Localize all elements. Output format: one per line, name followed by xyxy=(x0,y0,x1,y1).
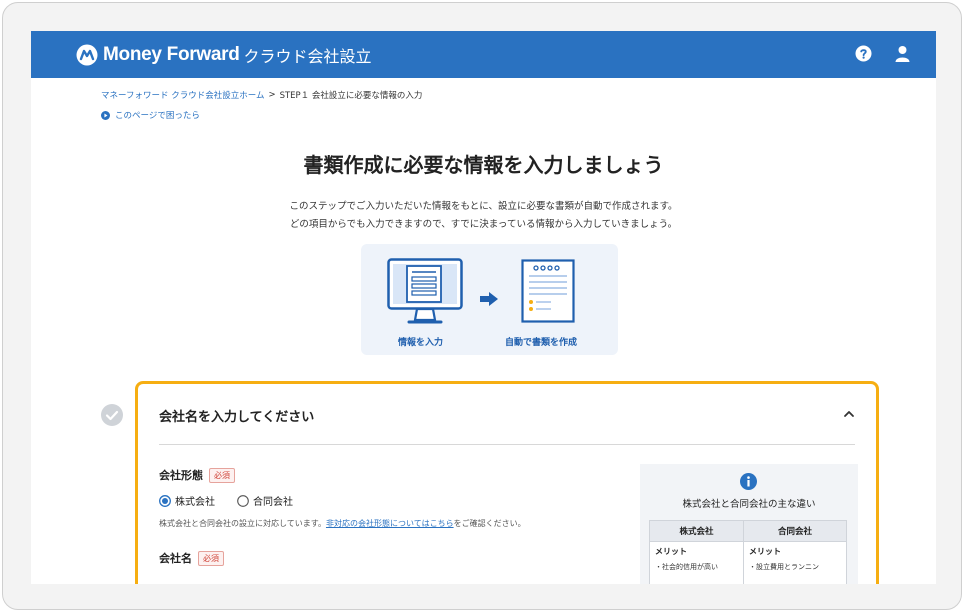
note-suffix: をご確認ください。 xyxy=(453,519,526,528)
step-check-icon xyxy=(101,404,123,426)
app-header: Money Forward クラウド会社設立 xyxy=(31,31,936,78)
company-type-note: 株式会社と合同会社の設立に対応しています。非対応の会社形態についてはこちらをご確… xyxy=(159,518,526,529)
help-link[interactable]: このページで困ったら xyxy=(101,109,200,121)
brand-name: Money Forward xyxy=(103,43,240,65)
card-title: 会社名を入力してください xyxy=(159,410,315,425)
illustration-input-label: 情報を入力 xyxy=(398,338,444,348)
info-icon xyxy=(740,473,757,490)
illustration-output-label: 自動で書類を作成 xyxy=(505,338,578,348)
play-circle-icon xyxy=(101,110,110,120)
arrow-right-icon xyxy=(480,292,498,306)
required-badge: 必須 xyxy=(198,550,224,566)
radio-godo-label: 合同会社 xyxy=(253,497,293,508)
window-frame: Money Forward クラウド会社設立 マネーフォワード クラウド会社設立… xyxy=(2,2,962,610)
intro-text: このステップでご入力いただいた情報をもとに、設立に必要な書類が自動で作成されます… xyxy=(31,198,936,234)
radio-unselected-icon xyxy=(237,494,249,507)
merit-label: メリット xyxy=(655,547,687,556)
user-account-icon[interactable] xyxy=(894,45,911,62)
page-viewport: Money Forward クラウド会社設立 マネーフォワード クラウド会社設立… xyxy=(31,31,936,584)
breadcrumb-home-link[interactable]: マネーフォワード クラウド会社設立ホーム xyxy=(101,89,264,101)
brand-logo[interactable]: Money Forward クラウド会社設立 xyxy=(76,43,372,67)
company-name-label: 会社名 必須 xyxy=(159,550,224,566)
process-illustration: 情報を入力 自動で書類を作成 xyxy=(361,244,618,355)
company-type-label: 会社形態 必須 xyxy=(159,467,235,483)
unsupported-types-link[interactable]: 非対応の会社形態についてはこちら xyxy=(326,519,454,528)
money-forward-logo-icon xyxy=(76,44,98,65)
merit-text: 社会的信用が高い xyxy=(662,563,718,571)
table-header-kabushiki: 株式会社 xyxy=(648,520,745,542)
breadcrumb-current: STEP１ 会社設立に必要な情報の入力 xyxy=(279,91,423,101)
card-divider xyxy=(159,444,855,445)
company-name-card: 会社名を入力してください 会社形態 必須 株式会社 合同会社 株式会社と合同会社… xyxy=(135,381,879,584)
merit-bullet: ・設立費用とランニン xyxy=(749,563,820,571)
company-type-radio-group: 株式会社 合同会社 xyxy=(159,493,293,508)
page-title: 書類作成に必要な情報を入力しましょう xyxy=(303,153,664,177)
radio-kabushiki-label: 株式会社 xyxy=(175,497,215,508)
radio-godo[interactable]: 合同会社 xyxy=(237,493,293,508)
merit-bullet: ・社会的信用が高い xyxy=(655,563,718,571)
company-type-label-text: 会社形態 xyxy=(159,469,203,482)
merit-label: メリット xyxy=(749,547,782,556)
breadcrumb-separator: > xyxy=(268,90,276,100)
info-title: 株式会社と合同会社の主な違い xyxy=(682,499,816,510)
table-header-godo: 合同会社 xyxy=(743,520,847,542)
radio-selected-icon xyxy=(159,494,171,507)
company-name-label-text: 会社名 xyxy=(159,552,192,565)
intro-line-2: どの項目からでも入力できますので、すでに決まっている情報から入力していきましょう… xyxy=(289,219,678,230)
required-badge: 必須 xyxy=(209,467,235,483)
product-name: クラウド会社設立 xyxy=(243,46,372,66)
help-link-label: このページで困ったら xyxy=(115,111,200,121)
generated-document-icon xyxy=(521,259,575,323)
radio-kabushiki[interactable]: 株式会社 xyxy=(159,493,215,508)
breadcrumb: マネーフォワード クラウド会社設立ホーム > STEP１ 会社設立に必要な情報の… xyxy=(101,89,422,101)
note-prefix: 株式会社と合同会社の設立に対応しています。 xyxy=(159,519,326,528)
table-cell-godo: メリット ・設立費用とランニン xyxy=(743,541,847,584)
monitor-form-icon xyxy=(387,258,463,324)
table-cell-kabushiki: メリット ・社会的信用が高い xyxy=(648,541,745,584)
comparison-info-panel: 株式会社と合同会社の主な違い 株式会社 合同会社 メリット ・社会的信用が高い … xyxy=(640,464,858,584)
merit-text: 設立費用とランニン xyxy=(756,563,820,571)
help-question-icon[interactable] xyxy=(855,45,872,62)
chevron-up-icon[interactable] xyxy=(843,408,855,420)
comparison-table: 株式会社 合同会社 メリット ・社会的信用が高い メリット ・設立費用とランニン xyxy=(648,520,847,584)
intro-line-1: このステップでご入力いただいた情報をもとに、設立に必要な書類が自動で作成されます… xyxy=(289,201,678,212)
